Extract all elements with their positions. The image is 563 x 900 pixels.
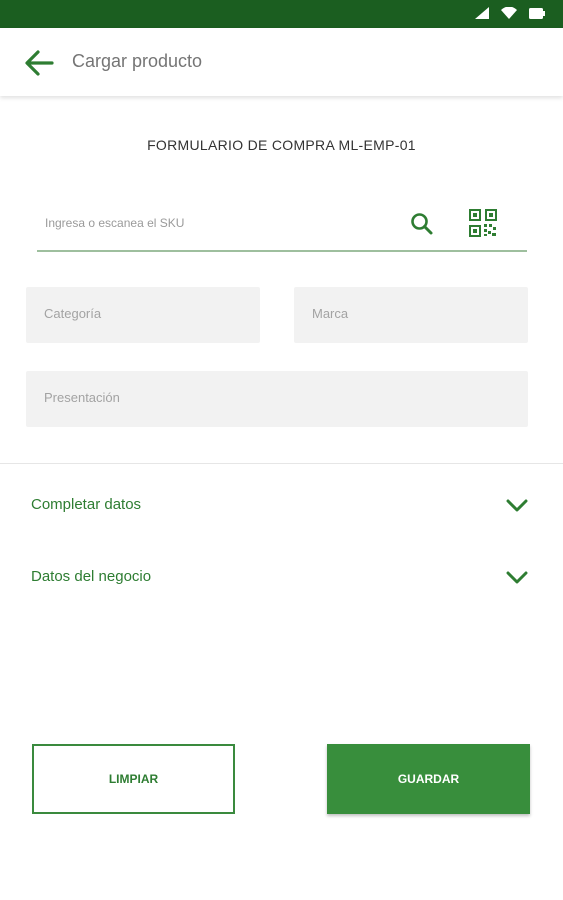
- sku-input[interactable]: [43, 210, 397, 236]
- back-button[interactable]: [22, 46, 56, 80]
- categoria-field[interactable]: Categoría: [26, 287, 260, 343]
- categoria-placeholder: Categoría: [44, 306, 102, 321]
- battery-icon: [529, 7, 545, 19]
- clear-button[interactable]: LIMPIAR: [32, 744, 235, 814]
- status-bar: [0, 0, 563, 28]
- section-datos-del-negocio[interactable]: Datos del negocio: [0, 557, 563, 597]
- search-icon: [411, 213, 433, 235]
- chevron-down-icon: [506, 499, 528, 512]
- wifi-icon: [501, 7, 517, 19]
- divider: [0, 463, 563, 464]
- page-title: Cargar producto: [72, 51, 203, 71]
- save-button[interactable]: GUARDAR: [327, 744, 530, 814]
- chevron-down-icon: [506, 571, 528, 584]
- section-completar-datos[interactable]: Completar datos: [0, 485, 563, 525]
- arrow-left-icon: [25, 50, 54, 76]
- marca-placeholder: Marca: [312, 306, 349, 321]
- form-title: FORMULARIO DE COMPRA ML-EMP-01: [147, 137, 416, 153]
- search-button[interactable]: [409, 211, 435, 237]
- status-icons: [475, 7, 545, 19]
- qr-code-icon: [469, 209, 497, 237]
- app-bar: Cargar producto: [0, 28, 563, 96]
- sku-field: [37, 200, 527, 252]
- scan-qr-button[interactable]: [469, 209, 497, 237]
- section-label: Completar datos: [31, 496, 142, 513]
- signal-icon: [475, 7, 489, 19]
- presentacion-placeholder: Presentación: [44, 390, 120, 405]
- marca-field[interactable]: Marca: [294, 287, 528, 343]
- presentacion-field[interactable]: Presentación: [26, 371, 528, 427]
- section-label: Datos del negocio: [31, 568, 152, 585]
